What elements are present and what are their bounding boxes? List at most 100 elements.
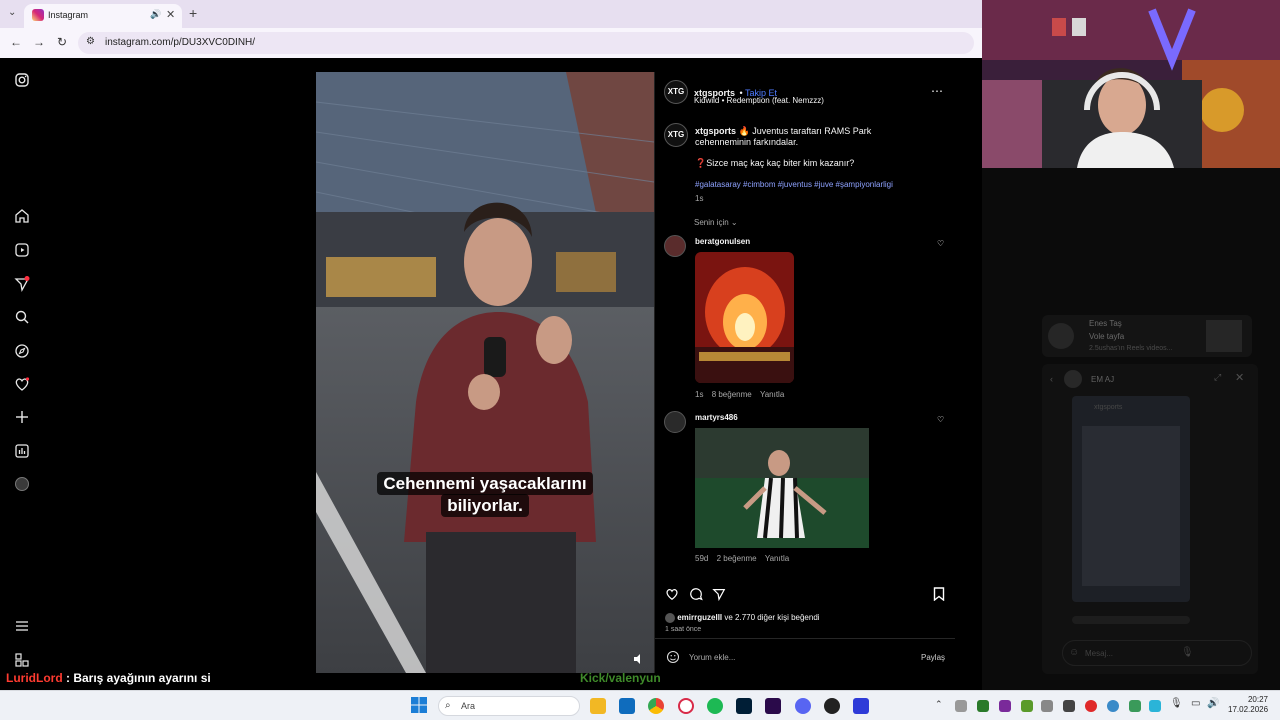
comment-image-player[interactable] [695, 428, 869, 548]
dm-line-1: Vole tayfa [1089, 332, 1125, 341]
comment-likes[interactable]: 8 beğenme [712, 390, 752, 399]
message-input[interactable]: Mesaj... ☺ 🎙 [1062, 640, 1252, 666]
windows-start-icon[interactable] [411, 697, 427, 713]
photoshop-icon[interactable] [736, 698, 752, 714]
liker-avatar [665, 613, 675, 623]
new-tab-button[interactable]: + [189, 5, 197, 21]
comment-likes[interactable]: 2 beğenme [717, 554, 757, 563]
media-encoder-icon[interactable] [853, 698, 869, 714]
tray-app-icon[interactable] [1063, 700, 1075, 712]
tab-search-icon[interactable]: ⌄ [8, 7, 16, 18]
video-subtitle: Cehennemi yaşacaklarını biliyorlar. [363, 472, 607, 517]
taskbar-search[interactable]: ⌕ Ara [438, 696, 580, 716]
store-icon[interactable] [619, 698, 635, 714]
tray-app-icon[interactable] [1149, 700, 1161, 712]
caption-username[interactable]: xtgsports [695, 126, 736, 136]
bookmark-icon[interactable] [933, 587, 945, 602]
messages-icon[interactable] [14, 276, 30, 292]
tray-app-icon[interactable] [1129, 700, 1141, 712]
profile-avatar-icon[interactable] [14, 476, 30, 492]
shared-reel-preview[interactable]: xtgsports [1072, 396, 1190, 602]
tray-app-icon[interactable] [1041, 700, 1053, 712]
reply-button[interactable]: Yanıtla [760, 390, 784, 399]
comment-input[interactable]: Yorum ekle... [689, 653, 735, 662]
clock-time: 20:27 [1247, 695, 1268, 704]
comment-avatar[interactable] [664, 411, 686, 433]
network-icon[interactable]: ▭ [1191, 698, 1200, 709]
close-tab-icon[interactable]: ✕ [166, 8, 175, 21]
comment-gif-flares[interactable] [695, 252, 794, 383]
reels-icon[interactable] [14, 242, 30, 258]
comment-avatar[interactable] [664, 235, 686, 257]
comment-like-heart-icon[interactable]: ♡ [937, 415, 944, 424]
tab-instagram[interactable]: Instagram 🔊 ✕ [24, 4, 182, 28]
microphone-icon[interactable]: 🎙 [1170, 698, 1183, 709]
search-icon[interactable] [14, 309, 30, 325]
post-comment-button[interactable]: Paylaş [921, 653, 945, 662]
clock[interactable]: 20:27 17.02.2026 [1228, 695, 1268, 715]
reload-button[interactable]: ↻ [57, 35, 67, 49]
tray-app-icon[interactable] [1107, 700, 1119, 712]
comment-bubble-icon[interactable] [689, 587, 703, 601]
more-options-icon[interactable]: ⋯ [931, 84, 943, 98]
spotify-icon[interactable] [707, 698, 723, 714]
caption-avatar[interactable]: XTG [664, 123, 688, 147]
chrome-icon[interactable] [648, 698, 664, 714]
explore-icon[interactable] [14, 343, 30, 359]
clock-date: 17.02.2026 [1228, 705, 1269, 714]
close-chat-icon[interactable]: ✕ [1235, 371, 1244, 384]
comment-username[interactable]: beratgonulsen [695, 237, 750, 246]
volume-icon[interactable]: 🔊 [1207, 698, 1219, 709]
streamer-webcam [982, 0, 1280, 168]
opera-icon[interactable] [678, 698, 694, 714]
more-apps-icon[interactable] [14, 652, 30, 668]
author-avatar[interactable]: XTG [664, 80, 688, 104]
dm-notification-card[interactable]: Enes Taş Vole tayfa 2.5ushas'ın Reels vi… [1042, 315, 1252, 357]
comment-time: 59d [695, 554, 709, 563]
tray-app-icon[interactable] [1021, 700, 1033, 712]
tray-app-icon[interactable] [955, 700, 967, 712]
share-send-icon[interactable] [712, 587, 726, 602]
audio-track[interactable]: Kidwild • Redemption (feat. Nemzzz) [694, 96, 824, 105]
stream-chat-message: LuridLord : Barış ayağının ayarını si [0, 669, 217, 687]
likes-summary[interactable]: emirrguzelll ve 2.770 diğer kişi beğendi [665, 613, 820, 623]
expand-icon[interactable]: ⤢ [1214, 372, 1221, 383]
reply-button[interactable]: Yanıtla [765, 554, 789, 563]
emoji-icon[interactable]: ☺ [1069, 647, 1079, 658]
comment-username[interactable]: martyrs486 [695, 413, 738, 422]
caption-text: xtgsports 🔥 Juventus taraftarı RAMS Park… [695, 126, 915, 148]
site-info-icon[interactable]: ⚙ [86, 36, 95, 47]
post-video[interactable]: Cehennemi yaşacaklarını biliyorlar. [316, 72, 654, 673]
file-explorer-icon[interactable] [590, 698, 606, 714]
liker-username[interactable]: emirrguzelll [677, 613, 722, 622]
obs-icon[interactable] [824, 698, 840, 714]
chat-avatar [1064, 370, 1082, 388]
message-bubble [1072, 616, 1190, 624]
instagram-logo-icon[interactable] [14, 72, 30, 88]
menu-icon[interactable] [14, 618, 30, 634]
microphone-icon[interactable]: 🎙 [1181, 647, 1194, 658]
record-icon[interactable] [1085, 700, 1097, 712]
forward-button[interactable]: → [33, 35, 45, 49]
caption-question: ❓Sizce maç kaç kaç biter kim kazanır? [695, 158, 854, 169]
comment-sort-dropdown[interactable]: Senin için ⌄ [694, 218, 738, 227]
divider [655, 638, 955, 639]
shared-reel-user: xtgsports [1094, 404, 1123, 411]
address-bar[interactable]: ⚙ instagram.com/p/DU3XVC0DINH/ [78, 32, 974, 54]
chevron-up-icon[interactable]: ⌃ [935, 699, 943, 710]
speaker-icon[interactable]: 🔊 [150, 9, 161, 20]
tray-app-icon[interactable] [977, 700, 989, 712]
back-button[interactable]: ← [10, 35, 22, 49]
notifications-heart-icon[interactable] [14, 376, 30, 392]
premiere-icon[interactable] [765, 698, 781, 714]
create-icon[interactable] [14, 409, 30, 425]
onenote-icon[interactable] [999, 700, 1011, 712]
comment-like-heart-icon[interactable]: ♡ [937, 239, 944, 248]
chevron-left-icon[interactable]: ‹ [1050, 374, 1053, 384]
dashboard-icon[interactable] [14, 443, 30, 459]
like-heart-icon[interactable] [665, 587, 679, 601]
discord-icon[interactable] [795, 698, 811, 714]
emoji-icon[interactable] [666, 650, 680, 664]
home-icon[interactable] [14, 208, 30, 224]
hashtags[interactable]: #galatasaray #cimbom #juventus #juve #şa… [695, 180, 893, 189]
